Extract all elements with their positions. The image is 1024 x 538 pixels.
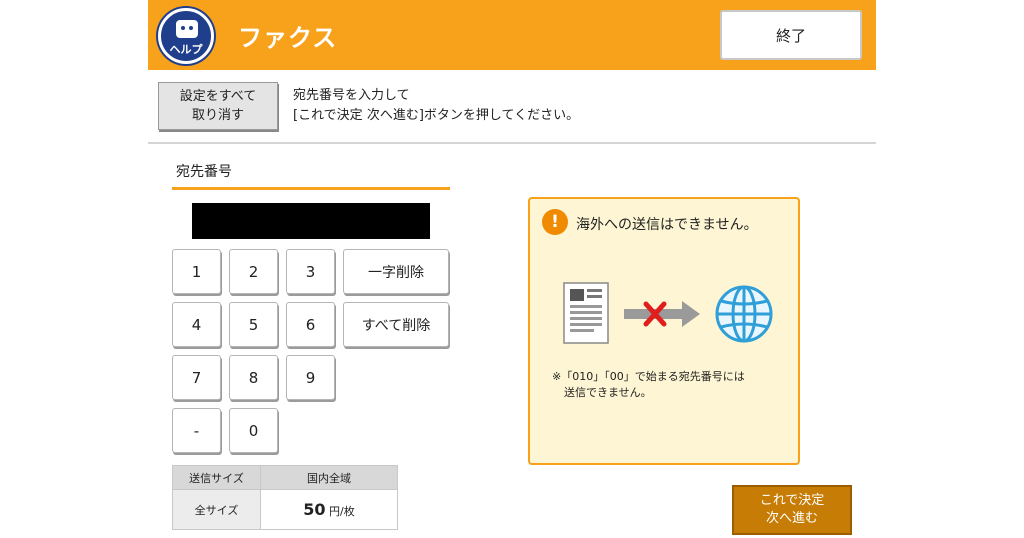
delete-all-button[interactable]: すべて削除: [343, 302, 449, 347]
instruction-line2: [これで決定 次へ進む]ボタンを押してください。: [293, 108, 580, 123]
document-icon: [563, 282, 609, 344]
key-7[interactable]: 7: [172, 355, 221, 400]
key-8[interactable]: 8: [229, 355, 278, 400]
confirm-label-line2: 次へ進む: [765, 511, 818, 526]
price-unit: 円/枚: [329, 505, 355, 518]
key-5[interactable]: 5: [229, 302, 278, 347]
delete-one-char-button[interactable]: 一字削除: [343, 249, 449, 294]
fee-table-header-size: 送信サイズ: [172, 465, 261, 490]
key-1[interactable]: 1: [172, 249, 221, 294]
price-value: 50: [303, 500, 326, 519]
key-6[interactable]: 6: [286, 302, 335, 347]
blocked-arrow-icon: [624, 301, 700, 327]
confirm-next-button[interactable]: これで決定 次へ進む: [732, 485, 852, 535]
exclamation-icon: !: [542, 209, 568, 235]
no-overseas-illustration: [563, 282, 773, 344]
notice-note-line1: ※「010」「00」で始まる宛先番号には: [552, 370, 745, 383]
key-3[interactable]: 3: [286, 249, 335, 294]
globe-icon: [715, 285, 773, 343]
destination-underline: [172, 187, 450, 190]
fee-table-header-region: 国内全域: [260, 465, 398, 490]
confirm-label-line1: これで決定: [759, 493, 825, 508]
instruction-line1: 宛先番号を入力して: [293, 88, 410, 103]
key-2[interactable]: 2: [229, 249, 278, 294]
key-0[interactable]: 0: [229, 408, 278, 453]
end-button[interactable]: 終了: [720, 10, 862, 60]
destination-number-input[interactable]: [192, 203, 430, 239]
notice-warning: 海外への送信はできません。: [576, 217, 758, 233]
fee-table-price-cell: 50 円/枚: [260, 489, 398, 530]
notice-note: ※「010」「00」で始まる宛先番号には 送信できません。: [552, 369, 792, 401]
divider: [148, 142, 876, 144]
instruction-text: 宛先番号を入力して [これで決定 次へ進む]ボタンを押してください。: [293, 86, 579, 126]
key-9[interactable]: 9: [286, 355, 335, 400]
app-title: ファクス: [238, 24, 338, 52]
reset-label-line2: 取り消す: [191, 108, 244, 123]
header-bar: ヘルプ ファクス 終了: [148, 0, 876, 70]
destination-label: 宛先番号: [176, 164, 232, 180]
fax-screen: ヘルプ ファクス 終了 設定をすべて 取り消す 宛先番号を入力して [これで決定…: [148, 0, 876, 538]
key-dash[interactable]: -: [172, 408, 221, 453]
key-4[interactable]: 4: [172, 302, 221, 347]
help-robot-icon: [176, 20, 198, 38]
overseas-notice-panel: ! 海外への送信はできません。 ※「010」「00」で始まる宛先番号には 送信で…: [528, 197, 800, 465]
help-label: ヘルプ: [169, 43, 203, 56]
help-button[interactable]: ヘルプ: [158, 8, 214, 64]
reset-label-line1: 設定をすべて: [179, 89, 257, 104]
fee-table: 送信サイズ 国内全域 全サイズ 50 円/枚: [172, 465, 398, 530]
notice-note-line2: 送信できません。: [564, 386, 652, 399]
fee-table-row-label: 全サイズ: [172, 489, 261, 530]
reset-all-button[interactable]: 設定をすべて 取り消す: [158, 82, 278, 130]
